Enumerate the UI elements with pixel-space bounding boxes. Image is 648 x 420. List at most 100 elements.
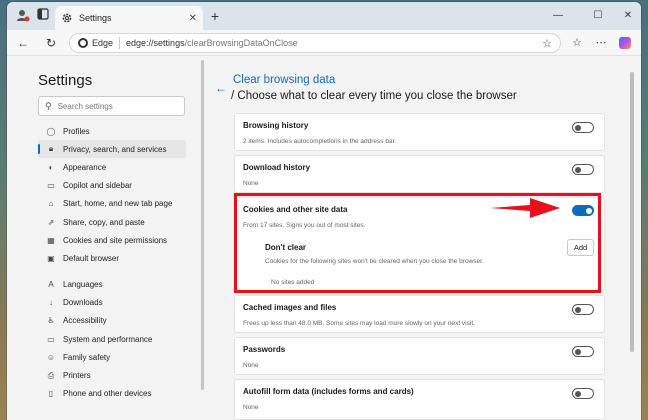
phone-icon: ▯ xyxy=(48,389,54,399)
sidebar-item-privacy[interactable]: 🔒︎ Privacy, search, and services xyxy=(38,140,186,159)
cookies-toggle[interactable] xyxy=(572,205,594,216)
sidebar-icon: ▭ xyxy=(47,181,55,191)
sidebar-item-start-home[interactable]: ⌂ Start, home, and new tab page xyxy=(38,195,186,213)
back-button[interactable]: ← xyxy=(15,35,31,51)
sidebar-item-label: Phone and other devices xyxy=(63,389,152,399)
sidebar-item-copilot[interactable]: ▭ Copilot and sidebar xyxy=(38,177,186,195)
sidebar-item-family[interactable]: ☺ Family safety xyxy=(38,348,186,366)
sidebar-scrollbar[interactable] xyxy=(201,60,204,390)
close-tab-icon[interactable]: ✕ xyxy=(189,13,197,24)
sidebar-item-label: Languages xyxy=(63,280,103,290)
row-desc: Frees up less than 48.0 MB. Some sites m… xyxy=(243,320,475,327)
row-desc: None xyxy=(243,362,259,369)
dont-clear-title: Don't clear xyxy=(265,243,307,252)
row-title: Browsing history xyxy=(243,121,309,130)
search-placeholder: Search settings xyxy=(57,101,113,111)
row-autofill: Autofill form data (includes forms and c… xyxy=(234,379,605,420)
sidebar-nav: ◯ Profiles 🔒︎ Privacy, search, and service… xyxy=(38,122,186,403)
profile-icon[interactable] xyxy=(15,8,31,24)
sidebar-item-label: Printers xyxy=(63,371,91,381)
row-title: Cookies and other site data xyxy=(243,205,348,214)
search-settings-input[interactable]: ⚲ Search settings xyxy=(38,96,185,116)
more-menu-icon[interactable]: ⋯ xyxy=(593,35,609,51)
row-browsing-history: Browsing history 2 items. Includes autoc… xyxy=(234,113,605,151)
sidebar-item-cookies[interactable]: ▦ Cookies and site permissions xyxy=(38,231,186,249)
tab-settings[interactable]: Settings ✕ xyxy=(55,6,203,30)
gear-icon xyxy=(62,13,72,23)
close-window-button[interactable]: ✕ xyxy=(620,8,636,24)
scroll-thumb[interactable] xyxy=(630,72,634,352)
sidebar-title: Settings xyxy=(38,72,93,89)
sidebar-item-languages[interactable]: A Languages xyxy=(38,276,186,294)
refresh-button[interactable]: ↻ xyxy=(43,35,59,51)
url-host: edge://settings xyxy=(126,38,185,48)
lock-icon: 🔒︎ xyxy=(48,144,54,154)
search-icon: ⚲ xyxy=(45,100,52,111)
address-bar: ← ↻ Edge edge://settings/clearBrowsingDa… xyxy=(7,30,641,56)
cached-toggle[interactable] xyxy=(572,304,594,315)
sidebar-item-default-browser[interactable]: ▣ Default browser xyxy=(38,249,186,267)
system-icon: ▭ xyxy=(47,334,55,344)
sidebar-item-share[interactable]: ⇗ Share, copy, and paste xyxy=(38,213,186,231)
download-icon: ↓ xyxy=(49,298,53,308)
tab-actions-icon[interactable] xyxy=(35,8,51,24)
family-icon: ☺ xyxy=(46,352,56,362)
tab-bar: Settings ✕ + — ☐ ✕ xyxy=(7,2,641,30)
dont-clear-desc: Cookies for the following sites won't be… xyxy=(265,258,484,265)
tab-title: Settings xyxy=(79,13,112,23)
permissions-icon: ▦ xyxy=(47,235,55,245)
sidebar-item-printers[interactable]: ⎙ Printers xyxy=(38,366,186,384)
red-arrow-icon xyxy=(490,198,560,218)
sidebar-item-phone[interactable]: ▯ Phone and other devices xyxy=(38,385,186,403)
sidebar-item-label: Profiles xyxy=(63,126,90,136)
url-path: /clearBrowsingDataOnClose xyxy=(184,38,298,48)
row-title: Cached images and files xyxy=(243,303,337,312)
share-icon: ⇗ xyxy=(47,217,55,227)
settings-content: Settings ⚲ Search settings ◯ Profiles 🔒︎ P… xyxy=(7,56,641,420)
row-passwords: Passwords None xyxy=(234,337,605,375)
new-tab-button[interactable]: + xyxy=(207,8,223,24)
sidebar-item-accessibility[interactable]: ♿︎ Accessibility xyxy=(38,312,186,330)
add-site-button[interactable]: Add xyxy=(567,239,594,256)
browser-icon: ▣ xyxy=(47,253,55,263)
download-history-toggle[interactable] xyxy=(572,164,594,175)
passwords-toggle[interactable] xyxy=(572,346,594,357)
settings-sidebar: Settings ⚲ Search settings ◯ Profiles 🔒︎ P… xyxy=(7,56,204,420)
back-arrow-icon[interactable]: ← xyxy=(215,81,227,95)
edge-badge: Edge xyxy=(78,37,121,49)
row-desc: 2 items. Includes autocompletions in the… xyxy=(243,138,397,145)
maximize-button[interactable]: ☐ xyxy=(590,8,606,24)
favorite-star-icon[interactable]: ☆ xyxy=(542,37,552,50)
sidebar-item-appearance[interactable]: ◐ Appearance xyxy=(38,158,186,176)
sidebar-item-label: Downloads xyxy=(63,298,103,308)
sidebar-item-profiles[interactable]: ◯ Profiles xyxy=(38,122,186,140)
sidebar-item-downloads[interactable]: ↓ Downloads xyxy=(38,294,186,312)
sidebar-item-label: Appearance xyxy=(63,162,107,172)
row-cached: Cached images and files Frees up less th… xyxy=(234,295,605,333)
sidebar-item-label: System and performance xyxy=(63,334,153,344)
main-scrollbar[interactable] xyxy=(629,56,635,356)
page-title[interactable]: Clear browsing data xyxy=(233,74,335,86)
browsing-history-toggle[interactable] xyxy=(572,122,594,133)
url-field[interactable]: Edge edge://settings/clearBrowsingDataOn… xyxy=(69,33,561,53)
clear-data-panel: ← Clear browsing data / Choose what to c… xyxy=(213,56,625,420)
sidebar-item-system[interactable]: ▭ System and performance xyxy=(38,330,186,348)
edge-logo-icon xyxy=(78,38,88,48)
page-subtitle: / Choose what to clear every time you cl… xyxy=(231,90,517,102)
sidebar-item-label: Share, copy, and paste xyxy=(63,217,145,227)
copilot-icon[interactable] xyxy=(619,37,631,49)
edge-badge-label: Edge xyxy=(92,38,114,48)
minimize-button[interactable]: — xyxy=(550,8,566,24)
favorites-icon[interactable]: ☆ xyxy=(569,35,585,51)
sidebar-item-label: Accessibility xyxy=(63,316,107,326)
sidebar-item-label: Copilot and sidebar xyxy=(63,181,132,191)
sidebar-item-label: Cookies and site permissions xyxy=(63,235,168,245)
languages-icon: A xyxy=(48,280,54,290)
sidebar-item-label: Family safety xyxy=(63,352,111,362)
profile-icon: ◯ xyxy=(46,126,56,136)
row-title: Passwords xyxy=(243,345,286,354)
accessibility-icon: ♿︎ xyxy=(47,316,55,326)
printer-icon: ⎙ xyxy=(47,370,55,380)
autofill-toggle[interactable] xyxy=(572,388,594,399)
